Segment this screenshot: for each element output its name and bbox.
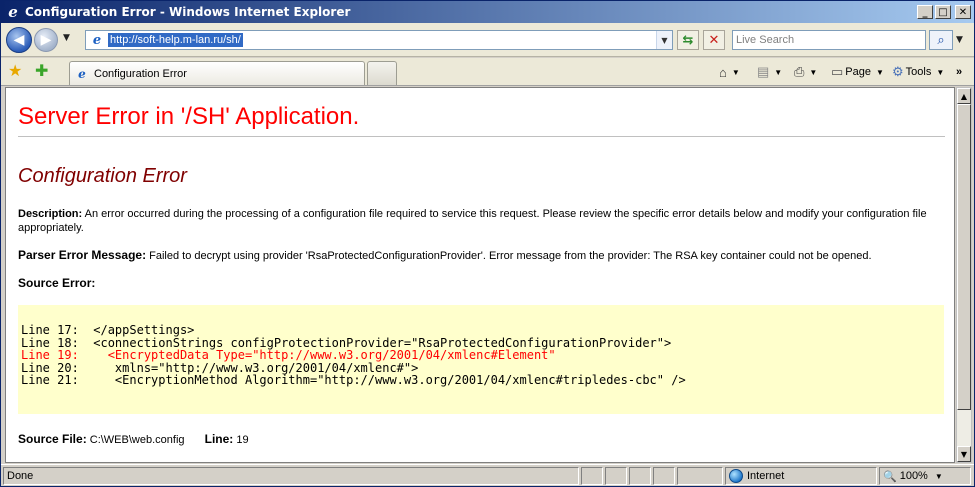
minimize-button[interactable]: _ — [917, 5, 933, 19]
status-text: Done — [3, 467, 579, 485]
tab-bar: ★ ✚ e Configuration Error ⌂ ▼ ▤ ▼ ⎙ ▼ ▭ … — [1, 58, 974, 86]
scroll-up-arrow-icon[interactable]: ▲ — [957, 88, 971, 104]
parser-error-text: Failed to decrypt using provider 'RsaPro… — [146, 250, 872, 262]
status-panel — [581, 467, 603, 485]
add-favorites-icon[interactable]: ✚ — [35, 61, 48, 80]
address-dropdown-button[interactable]: ▼ — [656, 31, 672, 49]
window-title: Configuration Error - Windows Internet E… — [25, 5, 351, 19]
description-text: An error occurred during the processing … — [18, 208, 927, 234]
back-button[interactable]: ◀ — [6, 27, 32, 53]
tools-menu-button[interactable]: ⚙ Tools ▼ — [892, 64, 944, 80]
ie-logo-icon: e — [8, 3, 18, 21]
chevron-down-icon[interactable]: ▼ — [935, 472, 943, 481]
tab-configuration-error[interactable]: e Configuration Error — [69, 61, 365, 85]
page-icon: e — [92, 32, 102, 48]
security-zone[interactable]: Internet — [725, 467, 877, 485]
zoom-control[interactable]: 🔍 100% ▼ — [879, 467, 971, 485]
browser-window: e Configuration Error - Windows Internet… — [0, 0, 975, 487]
close-button[interactable]: ✕ — [955, 5, 971, 19]
tab-page-icon: e — [78, 66, 86, 81]
source-file-label: Source File: — [18, 432, 87, 446]
favorites-star-icon[interactable]: ★ — [8, 61, 22, 80]
chevron-down-icon[interactable]: ▼ — [774, 68, 782, 77]
code-line: Line 17: </appSettings> — [21, 323, 195, 337]
printer-icon: ⎙ — [794, 64, 805, 79]
navigation-toolbar: ◀ ▶ ▼ e http://soft-help.m-lan.ru/sh/ ▼ … — [1, 23, 974, 57]
zoom-icon: 🔍 — [883, 470, 897, 483]
address-input[interactable]: http://soft-help.m-lan.ru/sh/ — [108, 33, 243, 47]
forward-button[interactable]: ▶ — [34, 28, 58, 52]
page-menu-label: Page — [845, 66, 871, 78]
zone-label: Internet — [747, 470, 785, 482]
source-error-paragraph: Source Error: — [18, 276, 945, 291]
vertical-scrollbar[interactable]: ▲ ▼ — [956, 87, 972, 463]
search-options-dropdown[interactable]: ▼ — [956, 35, 963, 45]
feeds-button[interactable]: ▤ ▼ — [757, 64, 782, 80]
heading-divider — [18, 136, 945, 137]
chevron-down-icon: ▼ — [936, 67, 945, 77]
home-icon: ⌂ — [719, 64, 727, 80]
description-label: Description: — [18, 208, 83, 220]
tools-menu-label: Tools — [905, 66, 932, 78]
status-bar: Done Internet 🔍 100% ▼ — [1, 464, 974, 486]
code-line-highlighted: Line 19: <EncryptedData Type="http://www… — [21, 348, 556, 362]
source-file-value: C:\WEB\web.config — [86, 434, 185, 446]
more-commands-chevron-icon[interactable]: » — [956, 64, 962, 80]
page-icon: ▭ — [831, 64, 844, 79]
source-code-block: Line 17: </appSettings> Line 18: <connec… — [18, 305, 944, 414]
source-file-paragraph: Source File: C:\WEB\web.config Line: 19 — [18, 432, 945, 447]
tab-label: Configuration Error — [94, 67, 187, 80]
recent-pages-dropdown[interactable]: ▼ — [63, 33, 70, 43]
print-button[interactable]: ⎙ ▼ — [794, 64, 817, 80]
search-button[interactable]: ⌕ — [929, 30, 953, 50]
status-panel — [677, 467, 723, 485]
status-panel — [605, 467, 627, 485]
rss-feed-icon: ▤ — [757, 64, 770, 79]
gear-icon: ⚙ — [892, 64, 904, 79]
page-heading: Server Error in '/SH' Application. — [18, 103, 360, 130]
page-subheading: Configuration Error — [18, 165, 187, 187]
line-label: Line: — [204, 432, 234, 446]
refresh-button[interactable]: ⇆ — [677, 30, 699, 50]
chevron-down-icon[interactable]: ▼ — [732, 68, 740, 77]
line-value: 19 — [233, 434, 249, 446]
status-panel — [629, 467, 651, 485]
parser-error-label: Parser Error Message: — [18, 248, 147, 262]
chevron-down-icon[interactable]: ▼ — [809, 68, 817, 77]
maximize-button[interactable]: □ — [935, 5, 951, 19]
source-error-label: Source Error: — [18, 276, 96, 290]
chevron-down-icon: ▼ — [876, 67, 884, 77]
stop-button[interactable]: ✕ — [703, 30, 725, 50]
new-tab-button[interactable] — [367, 61, 397, 85]
code-line: Line 21: <EncryptionMethod Algorithm="ht… — [21, 373, 686, 387]
page-menu-button[interactable]: ▭ Page ▼ — [831, 64, 884, 80]
status-panel — [653, 467, 675, 485]
home-button[interactable]: ⌂ ▼ — [719, 64, 740, 80]
scroll-down-arrow-icon[interactable]: ▼ — [957, 446, 971, 462]
address-bar[interactable]: e http://soft-help.m-lan.ru/sh/ ▼ — [85, 30, 673, 50]
zoom-level: 100% — [899, 470, 928, 482]
search-input[interactable]: Live Search — [732, 30, 926, 50]
page-content: Server Error in '/SH' Application. Confi… — [5, 87, 955, 463]
parser-error-paragraph: Parser Error Message: Failed to decrypt … — [18, 248, 945, 263]
title-bar: e Configuration Error - Windows Internet… — [1, 1, 974, 23]
description-paragraph: Description: An error occurred during th… — [18, 207, 945, 235]
scrollbar-thumb[interactable] — [957, 104, 971, 410]
globe-icon — [729, 469, 743, 483]
